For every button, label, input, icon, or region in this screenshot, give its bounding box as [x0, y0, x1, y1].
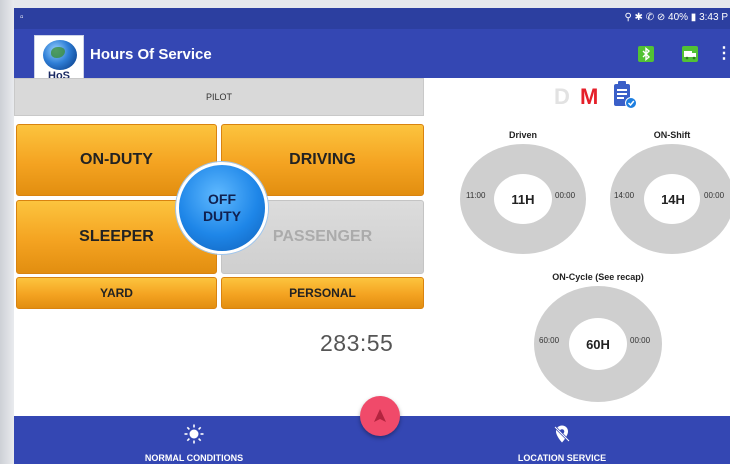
overflow-menu-icon[interactable]: ⋮ [716, 45, 730, 63]
sun-icon [184, 424, 204, 444]
off-duty-label-line2: DUTY [202, 208, 242, 224]
on-duty-label: ON-DUTY [80, 151, 153, 168]
app-bar: HoS Hours Of Service ⋮ [14, 29, 730, 85]
app-screen: ▫ ⚲ ✱ ✆ ⊘ 40% ▮ 3:43 P HoS Hours Of Serv… [14, 8, 730, 464]
driven-center-value: 11H [511, 192, 535, 207]
off-duty-label-line1: OFF [208, 191, 236, 207]
normal-conditions-button[interactable]: NORMAL CONDITIONS [94, 416, 294, 464]
truck-icon[interactable] [682, 46, 698, 62]
device-bezel [0, 0, 14, 464]
on-shift-gauge: ON-Shift 14:00 14H 00:00 [610, 130, 730, 254]
on-cycle-title: ON-Cycle (See recap) [552, 272, 644, 282]
location-off-icon [554, 425, 570, 443]
driven-left-value: 11:00 [466, 191, 486, 200]
arrow-up-icon [374, 409, 386, 422]
passenger-label: PASSENGER [272, 228, 373, 245]
personal-label: PERSONAL [289, 286, 356, 300]
driving-label: DRIVING [289, 151, 356, 168]
app-title: Hours Of Service [90, 46, 212, 63]
status-indicators: ⚲ ✱ ✆ ⊘ 40% ▮ 3:43 P [624, 12, 728, 23]
clocks-panel: D M Driven 11:00 11H 00:00 ON-Shift 14:0… [430, 78, 730, 416]
on-cycle-left-value: 60:00 [539, 336, 560, 345]
on-shift-left-value: 14:00 [614, 191, 635, 200]
on-shift-center-value: 14H [661, 192, 685, 207]
bluetooth-icon[interactable] [638, 46, 654, 62]
notification-icon: ▫ [20, 12, 24, 23]
mode-m-indicator[interactable]: M [580, 84, 598, 110]
floating-action-button[interactable] [360, 396, 400, 436]
pilot-button[interactable]: PILOT [14, 78, 424, 116]
on-shift-right-value: 00:00 [704, 191, 725, 200]
location-service-button[interactable]: LOCATION SERVICE [462, 416, 662, 464]
normal-conditions-label: NORMAL CONDITIONS [144, 453, 244, 463]
duty-status-panel: PILOT ON-DUTY DRIVING SLEEPER PASSENGER … [14, 78, 430, 416]
driven-gauge: Driven 11:00 11H 00:00 [460, 130, 586, 254]
yard-button[interactable]: YARD [16, 277, 217, 309]
personal-button[interactable]: PERSONAL [221, 277, 424, 309]
location-service-label: LOCATION SERVICE [517, 453, 607, 463]
clipboard-check-icon[interactable] [610, 80, 638, 110]
globe-icon [43, 40, 77, 70]
on-shift-title: ON-Shift [653, 130, 691, 140]
on-cycle-gauge: ON-Cycle (See recap) 60:00 60H 00:00 [534, 272, 662, 402]
yard-label: YARD [100, 286, 133, 300]
system-status-bar: ▫ ⚲ ✱ ✆ ⊘ 40% ▮ 3:43 P [14, 8, 730, 29]
duty-timer: 283:55 [320, 330, 394, 356]
sleeper-label: SLEEPER [79, 228, 154, 245]
on-cycle-right-value: 00:00 [630, 336, 651, 345]
mode-d-indicator[interactable]: D [554, 84, 570, 110]
driven-right-value: 00:00 [555, 191, 576, 200]
on-cycle-center-value: 60H [586, 337, 610, 352]
off-duty-button[interactable]: OFF DUTY [176, 162, 268, 254]
driven-title: Driven [508, 130, 537, 140]
